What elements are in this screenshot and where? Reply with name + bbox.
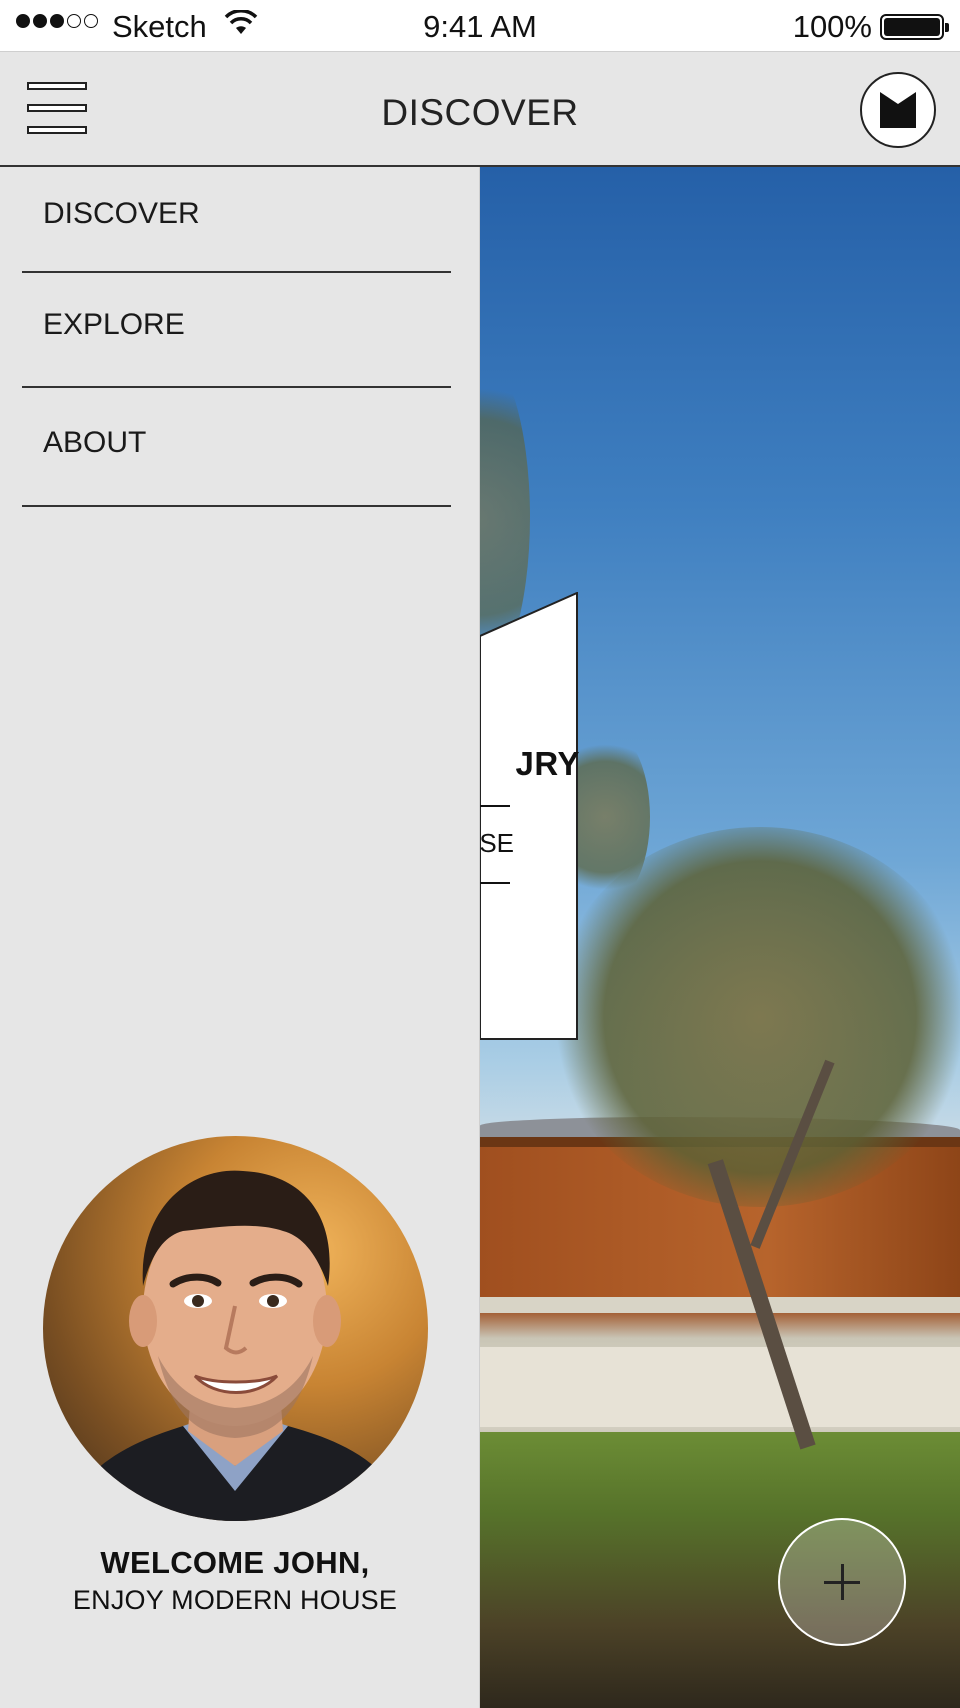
- brand-logo-icon[interactable]: [860, 72, 936, 148]
- drawer-item-label: EXPLORE: [43, 308, 185, 341]
- card-divider: [480, 882, 510, 884]
- battery-icon: [880, 14, 949, 40]
- card-subtitle: SE: [480, 828, 514, 858]
- battery-percentage: 100%: [792, 9, 872, 44]
- drawer-item-label: DISCOVER: [43, 197, 200, 230]
- add-button[interactable]: [778, 1518, 906, 1646]
- card-title: JRY: [515, 745, 579, 782]
- welcome-tagline: ENJOY MODERN HOUSE: [72, 1585, 398, 1615]
- drawer-item-discover[interactable]: DISCOVER: [22, 167, 451, 273]
- page-title: DISCOVER: [381, 92, 579, 133]
- app-header: DISCOVER: [0, 51, 960, 167]
- side-drawer: DISCOVER EXPLORE ABOUT WELCOME JOHN, ENJ…: [0, 167, 480, 1708]
- property-card[interactable]: JRY SE: [480, 592, 579, 1040]
- drawer-item-about[interactable]: ABOUT: [22, 388, 451, 507]
- status-bar: Sketch 9:41 AM 100%: [0, 0, 960, 51]
- avatar[interactable]: [43, 1136, 428, 1521]
- card-divider: [480, 805, 510, 807]
- drawer-item-explore[interactable]: EXPLORE: [22, 273, 451, 388]
- drawer-item-label: ABOUT: [43, 426, 147, 459]
- welcome-message: WELCOME JOHN,: [100, 1545, 370, 1580]
